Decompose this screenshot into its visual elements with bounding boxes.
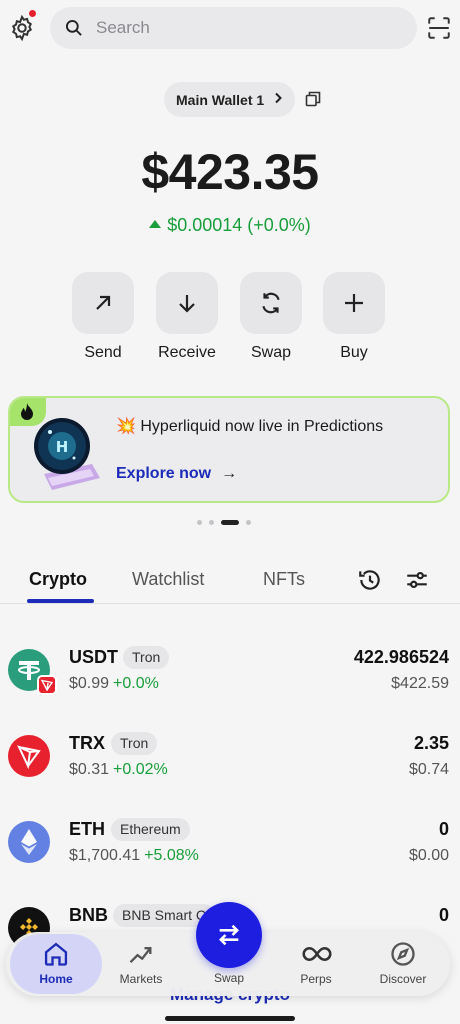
explosion-emoji: 💥 [116, 418, 136, 435]
nav-home[interactable]: Home [10, 934, 102, 994]
asset-value: $0.00 [408, 847, 449, 864]
notification-dot [29, 10, 36, 17]
receive-label: Receive [158, 344, 216, 361]
asset-price-value: $0.99 [69, 675, 110, 692]
nav-home-label: Home [39, 972, 73, 986]
wallet-balance: $423.35 [141, 144, 319, 200]
send-label: Send [84, 344, 122, 361]
asset-amount: 2.35 [413, 733, 449, 753]
asset-row-eth[interactable]: ETH Ethereum $1,700.41 +5.08% 0 $0.00 [0, 817, 460, 873]
asset-price: $0.99 +0.0% [69, 675, 159, 693]
copy-icon[interactable] [305, 91, 321, 107]
history-icon[interactable] [357, 567, 383, 593]
asset-amount: 0 [438, 905, 449, 925]
up-arrow-icon [149, 220, 162, 228]
nav-perps[interactable]: Perps [276, 940, 356, 986]
carousel-dot-active[interactable] [221, 520, 239, 525]
tab-watchlist[interactable]: Watchlist [132, 569, 204, 590]
tab-nfts[interactable]: NFTs [263, 569, 305, 590]
svg-text:H: H [56, 438, 69, 456]
banner-title: 💥 Hyperliquid now live in Predictions [116, 416, 383, 436]
search-placeholder: Search [96, 18, 150, 37]
tron-network-badge-icon [37, 675, 57, 695]
asset-change: +0.0% [113, 675, 159, 692]
nav-discover-label: Discover [379, 972, 427, 986]
home-indicator [165, 1016, 295, 1021]
network-badge: Tron [111, 732, 158, 755]
asset-price-value: $0.31 [69, 761, 110, 778]
refresh-swap-icon [262, 292, 280, 314]
asset-symbol: USDT [69, 647, 118, 667]
tab-crypto[interactable]: Crypto [29, 569, 87, 590]
asset-symbol: TRX [69, 733, 105, 753]
asset-price-value: $1,700.41 [69, 847, 141, 864]
crystal-ball-illustration: H [30, 412, 108, 492]
chevron-right-icon [273, 91, 283, 109]
settings-gear-icon[interactable] [8, 10, 36, 42]
home-icon [42, 940, 70, 968]
eth-logo-icon [8, 821, 50, 863]
asset-row-trx[interactable]: TRX Tron $0.31 +0.02% 2.35 $0.74 [0, 731, 460, 787]
top-bar: Search [0, 0, 460, 60]
nav-swap-label: Swap [213, 971, 245, 985]
wallet-name: Main Wallet 1 [176, 91, 265, 108]
arrow-up-right-icon [96, 295, 111, 310]
send-button[interactable]: Send [61, 272, 145, 362]
search-icon [65, 19, 82, 36]
carousel-dot[interactable] [246, 520, 251, 525]
buy-label: Buy [340, 344, 368, 361]
search-input[interactable]: Search [50, 7, 417, 49]
nav-perps-label: Perps [300, 972, 332, 986]
explore-now-label: Explore now [116, 465, 212, 482]
explore-now-link[interactable]: Explore now → [116, 465, 237, 483]
asset-amount: 422.986524 [353, 647, 449, 667]
trx-logo-icon [8, 735, 50, 777]
arrow-down-icon [179, 295, 195, 313]
swap-button[interactable]: Swap [229, 272, 313, 362]
banner-title-text: Hyperliquid now live in Predictions [140, 418, 384, 435]
swap-icon [219, 924, 239, 946]
arrow-right-icon: → [221, 465, 238, 482]
asset-amount: 0 [438, 819, 449, 839]
nav-discover[interactable]: Discover [363, 940, 443, 986]
asset-symbol: BNB [69, 905, 108, 925]
asset-symbol: ETH [69, 819, 105, 839]
asset-change: +0.02% [113, 761, 168, 778]
asset-row-usdt[interactable]: USDT Tron $0.99 +0.0% 422.986524 $422.59 [0, 645, 460, 701]
network-badge: Tron [123, 646, 170, 669]
buy-button[interactable]: Buy [312, 272, 396, 362]
balance-change-value: $0.00014 (+0.0%) [167, 215, 311, 235]
asset-value: $422.59 [391, 675, 449, 692]
asset-tabs: Crypto Watchlist NFTs [0, 560, 460, 604]
balance-change: $0.00014 (+0.0%) [0, 215, 460, 236]
network-badge: Ethereum [111, 818, 190, 841]
nav-markets-label: Markets [119, 972, 163, 986]
scan-qr-icon[interactable] [426, 15, 452, 41]
carousel-dot[interactable] [197, 520, 202, 525]
promo-banner[interactable]: H 💥 Hyperliquid now live in Predictions … [8, 396, 450, 503]
chart-icon [127, 940, 155, 968]
wallet-selector[interactable]: Main Wallet 1 [164, 82, 296, 117]
active-tab-indicator [27, 599, 94, 603]
receive-button[interactable]: Receive [145, 272, 229, 362]
plus-icon [345, 294, 363, 312]
asset-price: $1,700.41 +5.08% [69, 847, 199, 865]
asset-change: +5.08% [144, 847, 199, 864]
asset-price: $0.31 +0.02% [69, 761, 168, 779]
carousel-dot[interactable] [209, 520, 214, 525]
infinity-icon [302, 940, 332, 968]
carousel-indicator [197, 520, 251, 525]
asset-value: $0.74 [408, 761, 449, 778]
compass-icon [389, 940, 417, 968]
nav-swap-button[interactable] [196, 902, 262, 968]
filter-sliders-icon[interactable] [404, 567, 430, 593]
nav-markets[interactable]: Markets [101, 940, 181, 986]
swap-label: Swap [250, 344, 292, 361]
